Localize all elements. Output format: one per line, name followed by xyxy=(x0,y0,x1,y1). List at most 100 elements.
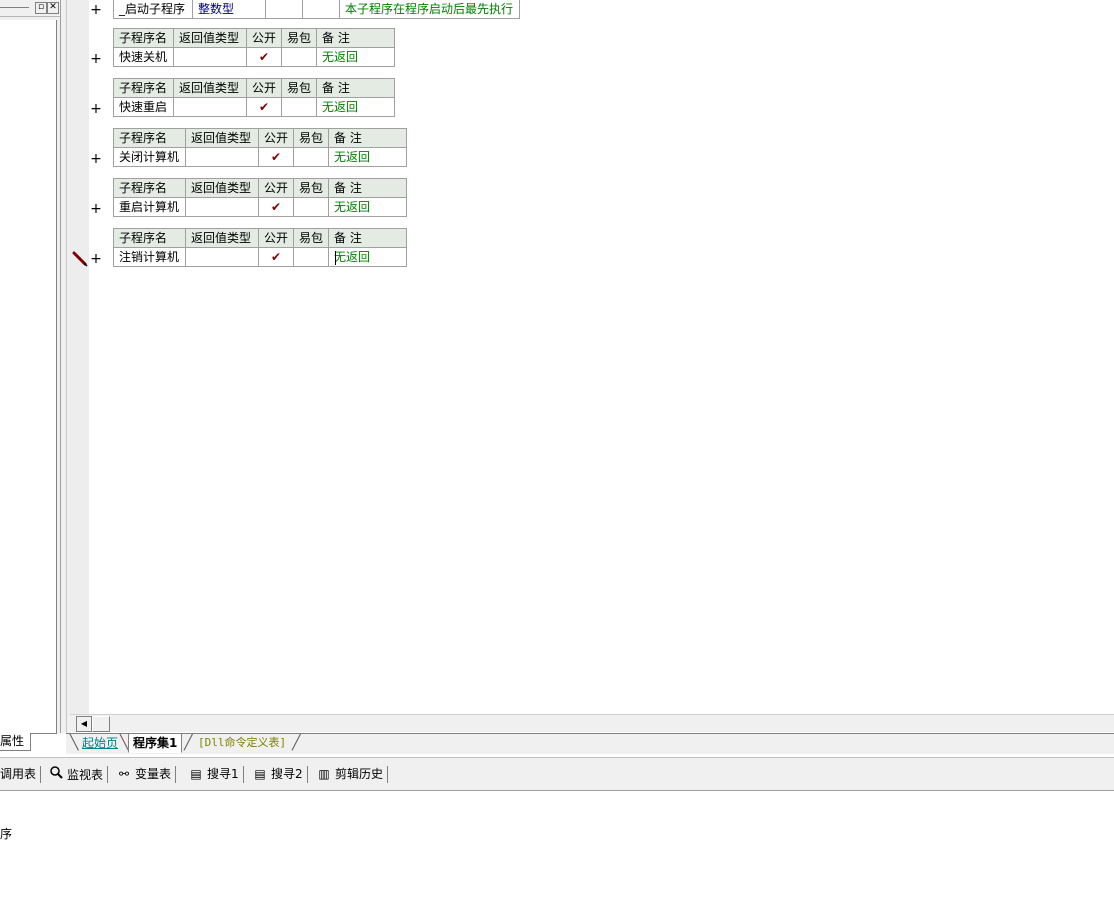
tab-properties[interactable]: 属性 xyxy=(0,733,31,751)
close-icon[interactable]: ✕ xyxy=(47,2,59,14)
header-return-type: 返回值类型 xyxy=(173,28,247,48)
header-return-type: 返回值类型 xyxy=(185,228,259,248)
expand-toggle[interactable]: + xyxy=(90,252,102,266)
startup-subroutine-table: _启动子程序 整数型 本子程序在程序启动后最先执行 xyxy=(113,0,520,19)
easy-lang-flag[interactable] xyxy=(293,197,329,217)
note[interactable]: 本子程序在程序启动后最先执行 xyxy=(339,0,520,19)
table-row: 快速关机 ✔ 无返回 xyxy=(113,47,395,67)
variable-icon: ⚯ xyxy=(118,767,130,781)
scroll-left-arrow-icon[interactable]: ◀ xyxy=(76,716,92,732)
note[interactable]: 无返回 xyxy=(328,247,407,267)
header-public: 公开 xyxy=(258,178,294,198)
horizontal-scrollbar[interactable]: ◀ xyxy=(70,714,1114,732)
tab-program-set-1[interactable]: 程序集1 xyxy=(128,734,183,753)
subroutine-name[interactable]: 关闭计算机 xyxy=(113,147,186,167)
header-easy-lang: 易包 xyxy=(293,128,329,148)
header-name: 子程序名 xyxy=(113,78,174,98)
header-easy-lang: 易包 xyxy=(293,228,329,248)
note[interactable]: 无返回 xyxy=(328,197,407,217)
output-panel[interactable] xyxy=(0,791,1114,914)
header-easy-lang: 易包 xyxy=(281,28,317,48)
tab-label: 调用表 xyxy=(0,767,37,781)
header-public: 公开 xyxy=(246,78,282,98)
header-note: 备 注 xyxy=(328,128,407,148)
expand-toggle[interactable]: + xyxy=(90,102,102,116)
table-header-row: 子程序名 返回值类型 公开 易包 备 注 xyxy=(113,228,407,248)
left-panel-titlebar: ▫ ✕ xyxy=(0,0,60,17)
output-text: 序 xyxy=(0,827,13,841)
easy-lang-flag[interactable] xyxy=(281,47,317,67)
return-type[interactable] xyxy=(185,197,259,217)
public-check-icon[interactable]: ✔ xyxy=(246,47,282,67)
table-row: 重启计算机 ✔ 无返回 xyxy=(113,197,407,217)
tab-label: 搜寻2 xyxy=(271,767,303,781)
subroutine-table: 子程序名 返回值类型 公开 易包 备 注 重启计算机 ✔ 无返回 xyxy=(113,178,407,217)
tab-clip-history[interactable]: ▥ 剪辑历史 xyxy=(316,766,389,783)
easy-lang-flag[interactable] xyxy=(302,0,340,19)
tab-start-page[interactable]: 起始页 xyxy=(78,734,122,752)
return-type[interactable] xyxy=(173,47,247,67)
expand-toggle[interactable]: + xyxy=(90,3,102,17)
panel-splitter[interactable] xyxy=(60,0,61,733)
tab-divider: ╱ xyxy=(292,735,301,751)
tab-divider: ╱ xyxy=(184,735,193,751)
header-note: 备 注 xyxy=(328,228,407,248)
table-header-row: 子程序名 返回值类型 公开 易包 备 注 xyxy=(113,78,395,98)
tab-call-table[interactable]: 调用表 xyxy=(0,766,42,783)
project-tree[interactable] xyxy=(0,20,57,734)
tab-dll-command-table[interactable]: [Dll命令定义表] xyxy=(194,734,290,752)
left-panel: ▫ ✕ xyxy=(0,0,66,734)
scrollbar-thumb[interactable] xyxy=(92,716,110,732)
public-flag[interactable] xyxy=(265,0,303,19)
subroutine-name[interactable]: 重启计算机 xyxy=(113,197,186,217)
public-check-icon[interactable]: ✔ xyxy=(258,147,294,167)
note[interactable]: 无返回 xyxy=(316,47,395,67)
tab-find-2[interactable]: ▤ 搜寻2 xyxy=(252,766,308,783)
tab-variable-table[interactable]: ⚯ 变量表 xyxy=(116,766,177,783)
return-type[interactable] xyxy=(173,97,247,117)
tab-label: 搜寻1 xyxy=(207,767,239,781)
expand-toggle[interactable]: + xyxy=(90,152,102,166)
easy-lang-flag[interactable] xyxy=(293,247,329,267)
easy-lang-flag[interactable] xyxy=(281,97,317,117)
tab-find-1[interactable]: ▤ 搜寻1 xyxy=(188,766,244,783)
subroutine-name[interactable]: 注销计算机 xyxy=(113,247,186,267)
subroutine-name[interactable]: _启动子程序 xyxy=(113,0,193,19)
subroutine-table: 子程序名 返回值类型 公开 易包 备 注 快速重启 ✔ 无返回 xyxy=(113,78,395,117)
return-type[interactable]: 整数型 xyxy=(192,0,266,19)
public-check-icon[interactable]: ✔ xyxy=(258,247,294,267)
header-name: 子程序名 xyxy=(113,28,174,48)
expand-toggle[interactable]: + xyxy=(90,52,102,66)
return-type[interactable] xyxy=(185,247,259,267)
table-header-row: 子程序名 返回值类型 公开 易包 备 注 xyxy=(113,128,407,148)
tab-label: 变量表 xyxy=(135,767,172,781)
note[interactable]: 无返回 xyxy=(316,97,395,117)
table-row: _启动子程序 整数型 本子程序在程序启动后最先执行 xyxy=(113,0,520,19)
subroutine-name[interactable]: 快速重启 xyxy=(113,97,174,117)
header-name: 子程序名 xyxy=(113,128,186,148)
header-note: 备 注 xyxy=(328,178,407,198)
subroutine-table: 子程序名 返回值类型 公开 易包 备 注 关闭计算机 ✔ 无返回 xyxy=(113,128,407,167)
bottom-toolbar: 调用表 监视表 ⚯ 变量表 ▤ 搜寻1 ▤ 搜寻2 ▥ 剪辑历史 xyxy=(0,757,1114,792)
clip-history-icon: ▥ xyxy=(318,767,330,781)
table-row: 注销计算机 ✔ 无返回 xyxy=(113,247,407,267)
easy-lang-flag[interactable] xyxy=(293,147,329,167)
find2-icon: ▤ xyxy=(254,767,266,781)
expand-toggle[interactable]: + xyxy=(90,202,102,216)
public-check-icon[interactable]: ✔ xyxy=(246,97,282,117)
public-check-icon[interactable]: ✔ xyxy=(258,197,294,217)
table-header-row: 子程序名 返回值类型 公开 易包 备 注 xyxy=(113,178,407,198)
header-return-type: 返回值类型 xyxy=(173,78,247,98)
tab-watch-table[interactable]: 监视表 xyxy=(48,766,109,783)
tab-label: 剪辑历史 xyxy=(335,767,384,781)
header-public: 公开 xyxy=(246,28,282,48)
note[interactable]: 无返回 xyxy=(328,147,407,167)
document-tab-strip: ╲ 起始页 ╲ 程序集1 ╱ [Dll命令定义表] ╱ xyxy=(66,733,1114,754)
subroutine-name[interactable]: 快速关机 xyxy=(113,47,174,67)
text-cursor xyxy=(335,251,336,265)
return-type[interactable] xyxy=(185,147,259,167)
header-return-type: 返回值类型 xyxy=(185,178,259,198)
subroutine-table: 子程序名 返回值类型 公开 易包 备 注 快速关机 ✔ 无返回 xyxy=(113,28,395,67)
pin-icon[interactable]: ▫ xyxy=(35,2,47,14)
tab-label: 监视表 xyxy=(67,768,104,782)
